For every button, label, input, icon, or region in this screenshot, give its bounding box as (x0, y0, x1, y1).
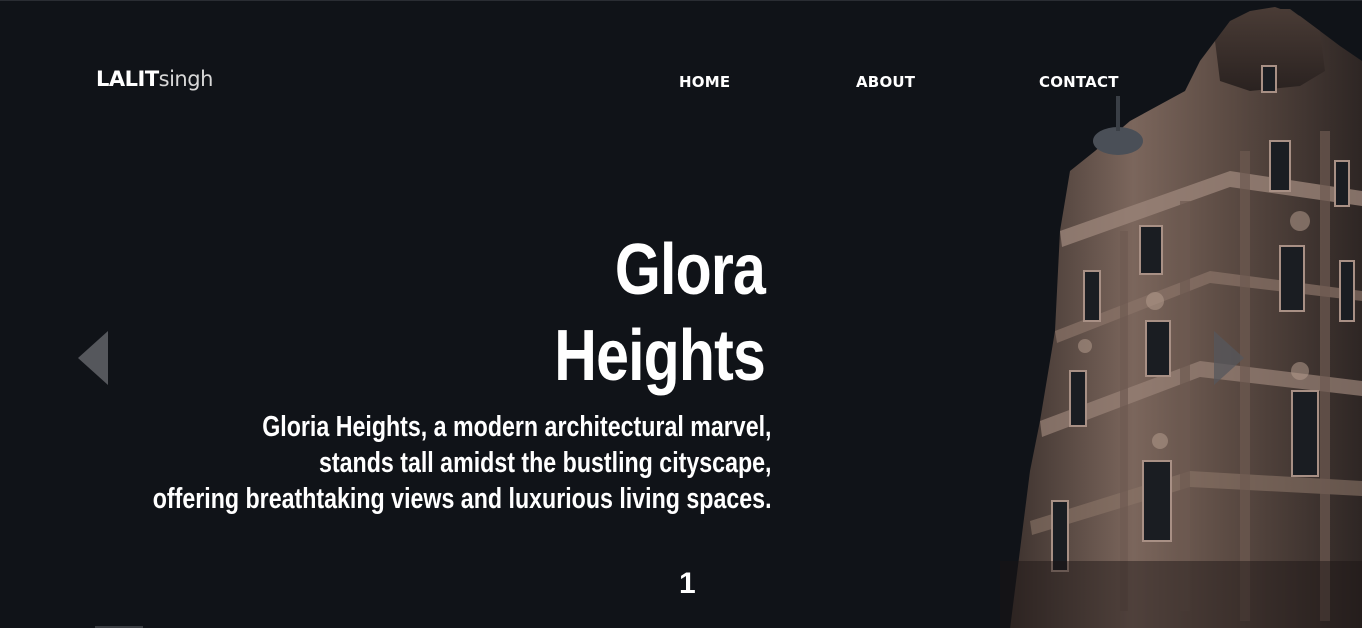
hero-description: Gloria Heights, a modern architectural m… (153, 409, 772, 517)
page: LALITsingh HOME ABOUT CONTACT Glora Heig… (0, 0, 1362, 628)
hero-title: Glora Heights (554, 227, 766, 399)
nav-contact-link[interactable]: CONTACT (1039, 73, 1119, 91)
hero-description-line-3: offering breathtaking views and luxuriou… (153, 483, 772, 515)
hero-description-line-2: stands tall amidst the bustling cityscap… (319, 447, 772, 479)
logo-light-text: singh (158, 67, 214, 91)
site-logo[interactable]: LALITsingh (96, 67, 213, 91)
slide-number: 1 (679, 567, 696, 600)
logo-bold-text: LALIT (96, 67, 159, 91)
carousel-next-button[interactable] (1214, 331, 1244, 385)
nav-home-link[interactable]: HOME (679, 73, 730, 91)
hero-title-line-2: Heights (554, 316, 766, 396)
hero-description-line-1: Gloria Heights, a modern architectural m… (262, 411, 772, 443)
hero-title-line-1: Glora (614, 230, 766, 310)
building-image (1000, 7, 1362, 628)
carousel-prev-button[interactable] (78, 331, 108, 385)
nav-about-link[interactable]: ABOUT (856, 73, 915, 91)
